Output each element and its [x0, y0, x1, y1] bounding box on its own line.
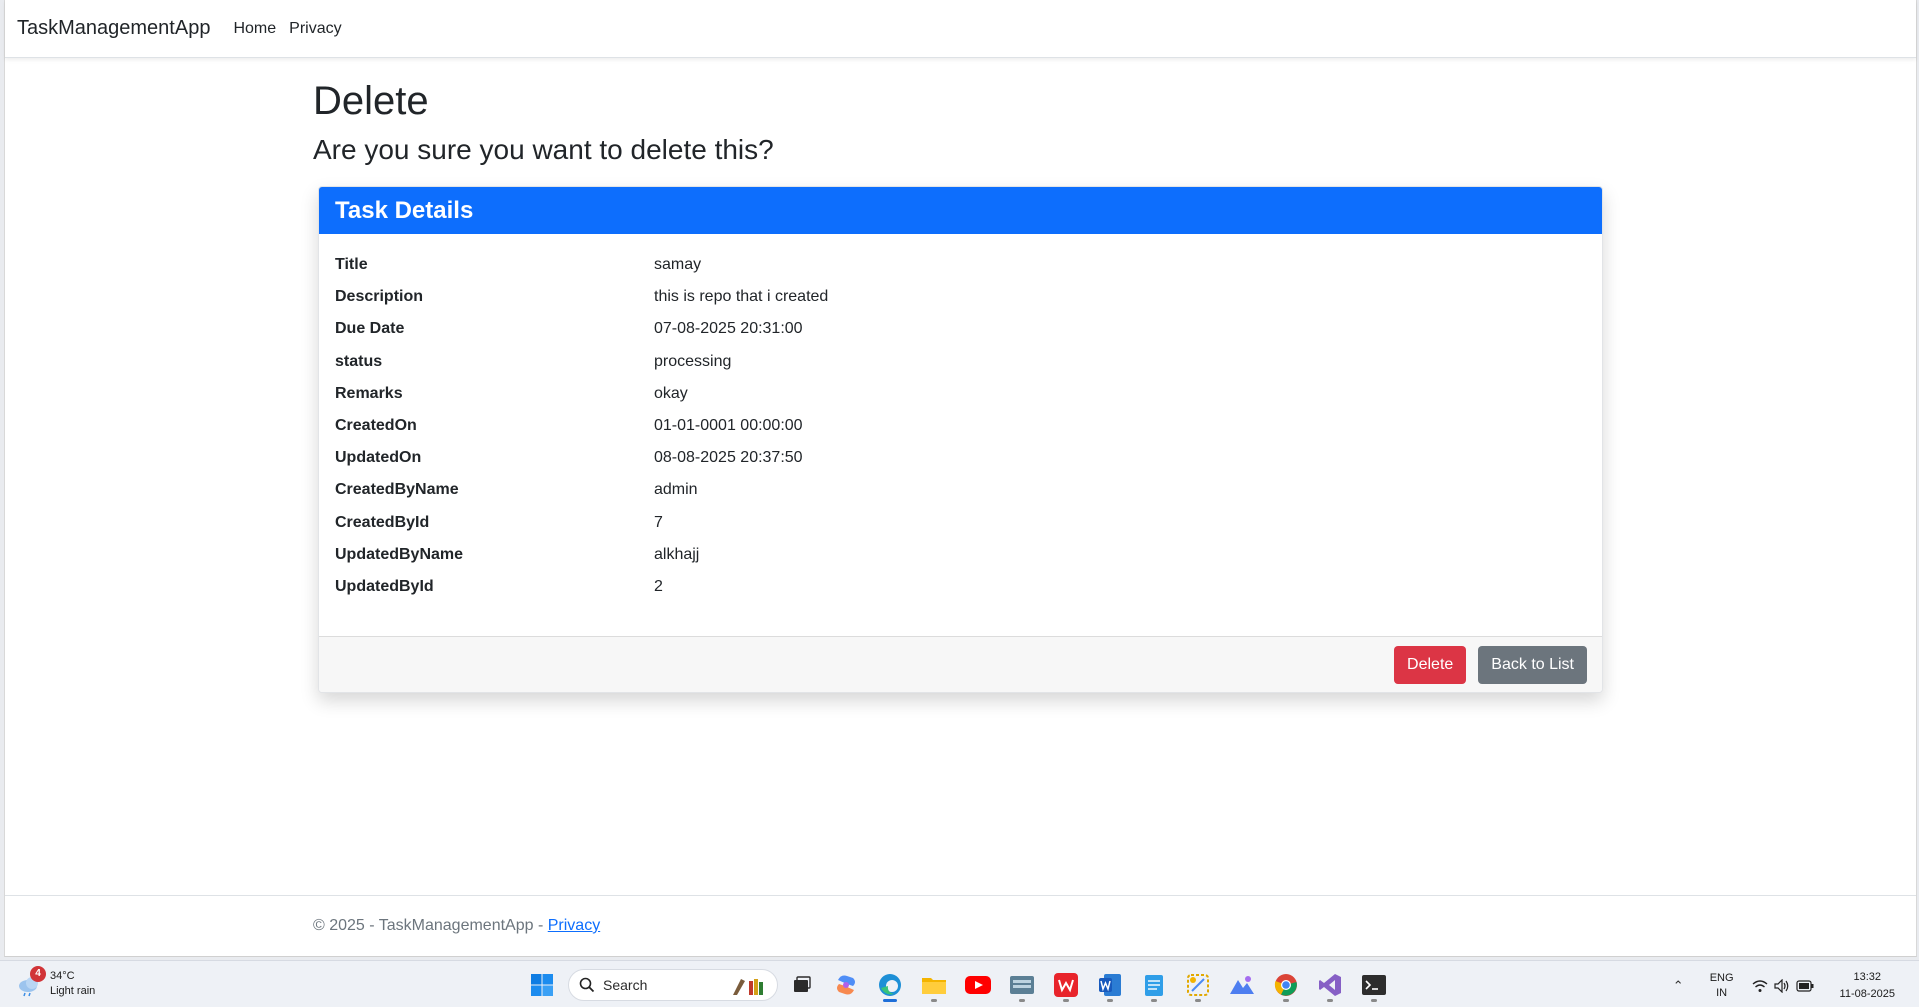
detail-label: UpdatedOn: [335, 449, 422, 467]
detail-value: 08-08-2025 20:37:50: [654, 449, 803, 467]
card-header: Task Details: [319, 187, 1602, 234]
detail-value: alkhajj: [654, 545, 700, 563]
wifi-icon: [1752, 980, 1768, 992]
running-indicator: [1195, 999, 1201, 1002]
search-highlight-icon: [733, 979, 763, 995]
detail-label: Title: [335, 256, 368, 274]
detail-value: 07-08-2025 20:31:00: [654, 320, 803, 338]
keyboard-app-icon[interactable]: [1004, 967, 1040, 1003]
detail-value: 01-01-0001 00:00:00: [654, 417, 803, 435]
detail-value: 2: [654, 577, 663, 595]
detail-label: CreatedById: [335, 513, 430, 531]
notification-badge: 4: [30, 966, 46, 982]
language-indicator[interactable]: ENG IN: [1710, 971, 1734, 1001]
windows-start-icon[interactable]: [524, 967, 560, 1003]
word-icon[interactable]: [1092, 967, 1128, 1003]
running-indicator: [1371, 999, 1377, 1002]
terminal-icon[interactable]: [1356, 967, 1392, 1003]
detail-value: this is repo that i created: [654, 288, 829, 306]
detail-label: CreatedOn: [335, 417, 417, 435]
detail-row-remarks: Remarks okay: [335, 378, 1586, 410]
clock-time: 13:32: [1853, 971, 1882, 983]
page-title: Delete: [313, 79, 429, 123]
nav-link-privacy[interactable]: Privacy: [289, 20, 341, 38]
nav-link-home[interactable]: Home: [233, 20, 276, 38]
detail-value: admin: [654, 481, 698, 499]
detail-row-status: status processing: [335, 346, 1586, 378]
page-footer: © 2025 - TaskManagementApp - Privacy: [5, 895, 1916, 955]
running-indicator: [1283, 999, 1289, 1002]
detail-value: processing: [654, 352, 732, 370]
detail-value: 7: [654, 513, 663, 531]
taskbar-apps: Search: [524, 967, 1400, 1003]
detail-label: Due Date: [335, 320, 405, 338]
back-to-list-button[interactable]: Back to List: [1478, 645, 1587, 684]
weather-condition: Light rain: [50, 985, 96, 997]
detail-row-updated-by-id: UpdatedById 2: [335, 571, 1586, 603]
snipping-tool-icon[interactable]: [1180, 967, 1216, 1003]
search-icon: [579, 977, 595, 993]
navbar-brand[interactable]: TaskManagementApp: [17, 17, 210, 40]
page-subtitle: Are you sure you want to delete this?: [313, 134, 774, 165]
detail-label: UpdatedByName: [335, 545, 464, 563]
detail-row-updated-on: UpdatedOn 08-08-2025 20:37:50: [335, 442, 1586, 474]
running-indicator: [1063, 999, 1069, 1002]
volume-icon: [1773, 979, 1788, 993]
running-indicator: [1019, 999, 1025, 1002]
photos-icon[interactable]: [1224, 967, 1260, 1003]
detail-row-due-date: Due Date 07-08-2025 20:31:00: [335, 313, 1586, 345]
cloud-rain-icon: 4: [16, 966, 46, 998]
active-indicator: [883, 999, 897, 1002]
weather-temp: 34°C: [50, 970, 75, 982]
navbar: TaskManagementApp Home Privacy: [5, 0, 1916, 58]
running-indicator: [1107, 999, 1113, 1002]
task-details-card: Task Details Title samay Description thi…: [318, 186, 1603, 693]
chrome-icon[interactable]: [1268, 967, 1304, 1003]
clock-date: 11-08-2025: [1839, 988, 1895, 1000]
detail-row-title: Title samay: [335, 249, 1586, 281]
detail-label: UpdatedById: [335, 577, 434, 595]
running-indicator: [1327, 999, 1333, 1002]
system-tray: ⌃ ENG IN 13:32 11-08-2025: [1673, 969, 1895, 1003]
battery-icon: [1795, 980, 1814, 992]
detail-label: CreatedByName: [335, 481, 459, 499]
visual-studio-icon[interactable]: [1312, 967, 1348, 1003]
notepad-icon[interactable]: [1136, 967, 1172, 1003]
taskbar-search[interactable]: Search: [568, 969, 778, 1001]
detail-value: okay: [654, 384, 688, 402]
lang-line2: IN: [1716, 987, 1728, 999]
detail-label: Remarks: [335, 384, 403, 402]
footer-privacy-link[interactable]: Privacy: [548, 917, 600, 934]
search-label: Search: [603, 977, 648, 993]
browser-page: TaskManagementApp Home Privacy Delete Ar…: [4, 0, 1917, 957]
youtube-icon[interactable]: [960, 967, 996, 1003]
detail-row-created-on: CreatedOn 01-01-0001 00:00:00: [335, 410, 1586, 442]
detail-value: samay: [654, 256, 702, 274]
file-explorer-icon[interactable]: [916, 967, 952, 1003]
detail-row-created-by-name: CreatedByName admin: [335, 474, 1586, 506]
detail-label: status: [335, 352, 383, 370]
task-view-icon[interactable]: [784, 967, 820, 1003]
lang-line1: ENG: [1709, 972, 1734, 984]
footer-copyright: © 2025 - TaskManagementApp -: [313, 917, 548, 934]
card-body: Title samay Description this is repo tha…: [319, 234, 1602, 603]
running-indicator: [931, 999, 937, 1002]
detail-row-description: Description this is repo that i created: [335, 281, 1586, 313]
detail-row-created-by-id: CreatedById 7: [335, 507, 1586, 539]
card-footer: Delete Back to List: [319, 636, 1602, 692]
footer-text: © 2025 - TaskManagementApp - Privacy: [313, 917, 600, 935]
running-indicator: [1151, 999, 1157, 1002]
weather-widget[interactable]: 4 34°C Light rain: [16, 966, 95, 999]
wps-office-icon[interactable]: [1048, 967, 1084, 1003]
weather-text: 34°C Light rain: [50, 969, 95, 999]
detail-row-updated-by-name: UpdatedByName alkhajj: [335, 539, 1586, 571]
clock[interactable]: 13:32 11-08-2025: [1840, 969, 1895, 1003]
detail-label: Description: [335, 288, 424, 306]
chevron-up-icon[interactable]: ⌃: [1673, 978, 1684, 994]
copilot-icon[interactable]: [828, 967, 864, 1003]
edge-icon[interactable]: [872, 967, 908, 1003]
delete-button[interactable]: Delete: [1394, 645, 1467, 684]
taskbar: 4 34°C Light rain Search ⌃ ENG IN 13:32 …: [0, 960, 1919, 1007]
tray-status-icons[interactable]: [1752, 979, 1814, 993]
